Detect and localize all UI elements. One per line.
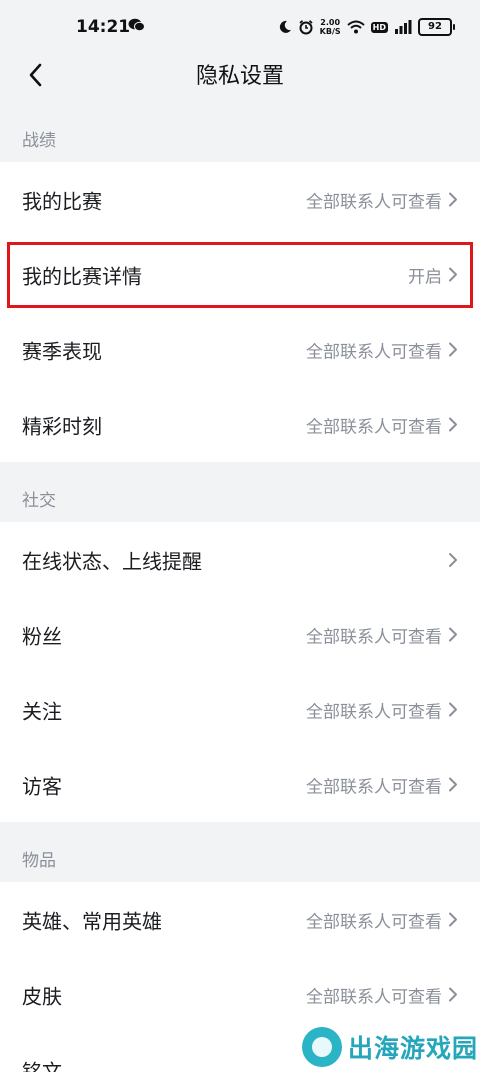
chevron-right-icon <box>449 342 457 357</box>
group-record: 我的比赛 全部联系人可查看 我的比赛详情 开启 赛季表现 全部联系人可查看 精彩… <box>0 162 480 462</box>
section-header-items: 物品 <box>0 822 480 882</box>
battery-indicator: 92 <box>418 18 455 36</box>
chevron-right-icon <box>449 702 457 717</box>
setting-row-season-performance[interactable]: 赛季表现 全部联系人可查看 <box>0 312 480 387</box>
setting-row-fans[interactable]: 粉丝 全部联系人可查看 <box>0 597 480 672</box>
chevron-right-icon <box>449 417 457 432</box>
watermark-logo-icon <box>302 1027 342 1067</box>
chevron-right-icon <box>449 627 457 642</box>
chevron-right-icon <box>449 552 457 567</box>
setting-row-skins[interactable]: 皮肤 全部联系人可查看 <box>0 957 480 1032</box>
row-value: 全部联系人可查看 <box>306 417 442 437</box>
section-header-social: 社交 <box>0 462 480 522</box>
setting-row-online-status[interactable]: 在线状态、上线提醒 <box>0 522 480 597</box>
setting-row-heroes[interactable]: 英雄、常用英雄 全部联系人可查看 <box>0 882 480 957</box>
row-label: 皮肤 <box>22 984 62 1008</box>
row-value: 全部联系人可查看 <box>306 777 442 797</box>
row-value: 全部联系人可查看 <box>306 342 442 362</box>
section-header-record: 战绩 <box>0 102 480 162</box>
row-label: 铭文 <box>22 1059 62 1072</box>
setting-row-match-details[interactable]: 我的比赛详情 开启 <box>0 237 480 312</box>
chevron-right-icon <box>449 777 457 792</box>
row-label: 我的比赛 <box>22 189 102 213</box>
wechat-icon <box>128 18 145 32</box>
chevron-right-icon <box>449 192 457 207</box>
page-title: 隐私设置 <box>195 64 284 89</box>
signal-icon <box>395 20 412 34</box>
row-value: 开启 <box>408 267 442 287</box>
hd-badge: HD <box>370 21 388 33</box>
row-value: 全部联系人可查看 <box>306 627 442 647</box>
status-icons: 2.00 KB/S HD 92 <box>278 16 455 38</box>
row-label: 在线状态、上线提醒 <box>22 549 202 573</box>
chevron-right-icon <box>449 912 457 927</box>
status-bar: 14:21 2.00 KB/S HD 92 <box>0 0 480 56</box>
wifi-icon <box>346 20 365 34</box>
status-time: 14:21 <box>76 17 131 37</box>
chevron-right-icon <box>449 987 457 1002</box>
setting-row-my-matches[interactable]: 我的比赛 全部联系人可查看 <box>0 162 480 237</box>
row-value: 全部联系人可查看 <box>306 912 442 932</box>
row-label: 英雄、常用英雄 <box>22 909 162 933</box>
row-label: 粉丝 <box>22 624 62 648</box>
watermark-text: 出海游戏园 <box>348 1034 479 1063</box>
setting-row-visitors[interactable]: 访客 全部联系人可查看 <box>0 747 480 822</box>
setting-row-highlights[interactable]: 精彩时刻 全部联系人可查看 <box>0 387 480 462</box>
group-social: 在线状态、上线提醒 粉丝 全部联系人可查看 关注 全部联系人可查看 访客 全部联… <box>0 522 480 822</box>
chevron-right-icon <box>449 267 457 282</box>
row-value: 全部联系人可查看 <box>306 987 442 1007</box>
row-label: 关注 <box>22 699 62 723</box>
watermark: 出海游戏园 <box>302 1024 478 1070</box>
row-label: 我的比赛详情 <box>22 264 142 288</box>
setting-row-following[interactable]: 关注 全部联系人可查看 <box>0 672 480 747</box>
row-label: 赛季表现 <box>22 339 102 363</box>
row-label: 精彩时刻 <box>22 414 102 438</box>
moon-icon <box>279 20 291 33</box>
row-label: 访客 <box>22 774 62 798</box>
nav-bar: 隐私设置 <box>0 56 480 102</box>
alarm-icon <box>299 20 313 35</box>
network-speed: 2.00 KB/S <box>319 18 341 36</box>
row-value: 全部联系人可查看 <box>306 192 442 212</box>
row-value: 全部联系人可查看 <box>306 702 442 722</box>
